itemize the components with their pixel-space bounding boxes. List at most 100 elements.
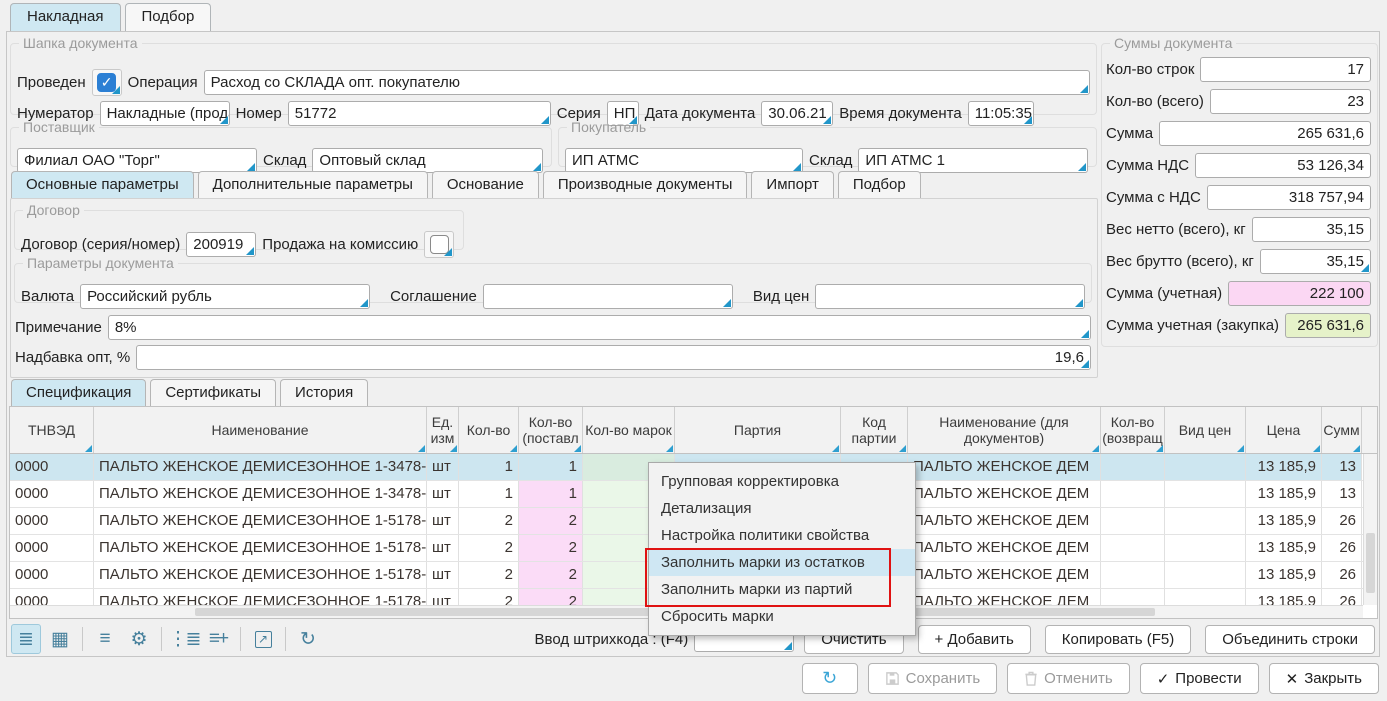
repeat-icon[interactable]: ↻ bbox=[293, 624, 323, 654]
cell: 0000 bbox=[10, 562, 94, 588]
column-header-8[interactable]: Наименование (для документов) bbox=[908, 407, 1101, 453]
add-button[interactable]: + Добавить bbox=[918, 625, 1031, 654]
sum-label: Сумма НДС bbox=[1106, 157, 1189, 174]
sum-label: Сумма (учетная) bbox=[1106, 285, 1222, 302]
menu-item-2[interactable]: Настройка политики свойства bbox=[649, 522, 915, 549]
cell: 13 185,9 bbox=[1246, 481, 1322, 507]
sum-value-field[interactable]: 53 126,34 bbox=[1195, 153, 1371, 178]
grid-view-icon-glyph: ▦ bbox=[51, 628, 69, 651]
sum-value-field[interactable]: 222 100 bbox=[1228, 281, 1371, 306]
cell bbox=[1165, 508, 1246, 534]
column-header-3[interactable]: Кол-во bbox=[459, 407, 519, 453]
note-field[interactable]: 8% bbox=[108, 315, 1091, 340]
close-button-label: Закрыть bbox=[1304, 670, 1362, 687]
posted-label: Проведен bbox=[17, 74, 86, 91]
cell: ПАЛЬТО ЖЕНСКОЕ ДЕМ bbox=[908, 562, 1101, 588]
sum-value-field[interactable]: 23 bbox=[1210, 89, 1371, 114]
operation-field[interactable]: Расход со СКЛАДА опт. покупателю bbox=[204, 70, 1090, 95]
add-row-icon[interactable]: ≡+ bbox=[203, 624, 233, 654]
cell bbox=[1165, 481, 1246, 507]
spec-tab-2[interactable]: История bbox=[280, 379, 368, 406]
trash-icon bbox=[1024, 671, 1038, 686]
document-parameters-group-title: Параметры документа bbox=[23, 255, 178, 271]
ordered-list-icon[interactable]: ⋮≣ bbox=[169, 624, 199, 654]
contract-number-field[interactable]: 200919 bbox=[186, 232, 256, 257]
save-button[interactable]: Сохранить bbox=[868, 663, 998, 694]
settings-gear-icon[interactable]: ⚙ bbox=[124, 624, 154, 654]
buyer-field[interactable]: ИП АТМС bbox=[565, 148, 803, 173]
column-header-9[interactable]: Кол-во (возвращ bbox=[1101, 407, 1165, 453]
refresh-button[interactable]: ↻ bbox=[802, 663, 858, 694]
commission-checkbox-mark bbox=[430, 235, 449, 254]
open-external-icon[interactable]: ↗ bbox=[248, 624, 278, 654]
post-button[interactable]: ✓Провести bbox=[1140, 663, 1259, 694]
close-button[interactable]: ✕Закрыть bbox=[1269, 663, 1379, 694]
column-header-10[interactable]: Вид цен bbox=[1165, 407, 1246, 453]
parameters-tab-3[interactable]: Производные документы bbox=[543, 171, 748, 198]
cell bbox=[1101, 589, 1165, 606]
cell: ПАЛЬТО ЖЕНСКОЕ ДЕМИСЕЗОННОЕ 1-3478-3 ( bbox=[94, 481, 427, 507]
window-tab-inactive[interactable]: Подбор bbox=[125, 3, 212, 31]
menu-item-5[interactable]: Сбросить марки bbox=[649, 603, 915, 630]
table-vertical-scrollbar[interactable] bbox=[1363, 454, 1377, 605]
parameters-tab-0[interactable]: Основные параметры bbox=[11, 171, 194, 198]
column-header-12[interactable]: Сумм bbox=[1322, 407, 1362, 453]
commission-label: Продажа на комиссию bbox=[262, 236, 418, 253]
spec-tab-0[interactable]: Спецификация bbox=[11, 379, 146, 406]
posted-checkbox[interactable]: ✓ bbox=[92, 69, 122, 96]
menu-item-1[interactable]: Детализация bbox=[649, 495, 915, 522]
cancel-button[interactable]: Отменить bbox=[1007, 663, 1130, 694]
column-header-1[interactable]: Наименование bbox=[94, 407, 427, 453]
menu-item-3[interactable]: Заполнить марки из остатков bbox=[649, 549, 915, 576]
cell: 2 bbox=[459, 562, 519, 588]
column-header-4[interactable]: Кол-во (поставл bbox=[519, 407, 583, 453]
column-header-0[interactable]: ТНВЭД bbox=[10, 407, 94, 453]
column-header-5[interactable]: Кол-во марок bbox=[583, 407, 675, 453]
repeat-icon-glyph: ↻ bbox=[300, 628, 316, 651]
filter-icon-glyph: ≡ bbox=[99, 628, 110, 650]
price-type-field[interactable] bbox=[815, 284, 1085, 309]
sum-value-field[interactable]: 35,15 bbox=[1252, 217, 1371, 242]
currency-field[interactable]: Российский рубль bbox=[80, 284, 370, 309]
commission-checkbox[interactable] bbox=[424, 231, 454, 258]
window-tab-active[interactable]: Накладная bbox=[10, 3, 121, 31]
menu-item-4[interactable]: Заполнить марки из партий bbox=[649, 576, 915, 603]
table-header-row: ТНВЭДНаименованиеЕд. измКол-воКол-во (по… bbox=[10, 407, 1377, 454]
parameters-tab-2[interactable]: Основание bbox=[432, 171, 539, 198]
merge-rows-button[interactable]: Объединить строки bbox=[1205, 625, 1375, 654]
cell: шт bbox=[427, 454, 459, 480]
menu-item-0[interactable]: Групповая корректировка bbox=[649, 468, 915, 495]
sum-value-field[interactable]: 17 bbox=[1200, 57, 1371, 82]
sum-value-field[interactable]: 265 631,6 bbox=[1285, 313, 1371, 338]
sum-value-field[interactable]: 265 631,6 bbox=[1159, 121, 1371, 146]
agreement-field[interactable] bbox=[483, 284, 733, 309]
sum-value-field[interactable]: 318 757,94 bbox=[1207, 185, 1371, 210]
cell: ПАЛЬТО ЖЕНСКОЕ ДЕМ bbox=[908, 454, 1101, 480]
column-header-2[interactable]: Ед. изм bbox=[427, 407, 459, 453]
parameters-tab-4[interactable]: Импорт bbox=[751, 171, 833, 198]
filter-icon[interactable]: ≡ bbox=[90, 624, 120, 654]
markup-label: Надбавка опт, % bbox=[15, 349, 130, 366]
sum-label: Кол-во (всего) bbox=[1106, 93, 1204, 110]
sum-value-field[interactable]: 35,15 bbox=[1260, 249, 1371, 274]
cell: 13 bbox=[1322, 481, 1362, 507]
cell: 13 185,9 bbox=[1246, 535, 1322, 561]
supplier-warehouse-field[interactable]: Оптовый склад bbox=[312, 148, 543, 173]
parameters-tab-5[interactable]: Подбор bbox=[838, 171, 921, 198]
window-tab-bar: НакладнаяПодбор bbox=[10, 3, 211, 31]
spec-tab-1[interactable]: Сертификаты bbox=[150, 379, 276, 406]
grid-view-icon[interactable]: ▦ bbox=[45, 624, 75, 654]
view-list-icon[interactable]: ≣ bbox=[11, 624, 41, 654]
cell: ПАЛЬТО ЖЕНСКОЕ ДЕМИСЕЗОННОЕ 1-5178-4 ( bbox=[94, 562, 427, 588]
parameters-tab-1[interactable]: Дополнительные параметры bbox=[198, 171, 428, 198]
vertical-scrollbar-thumb[interactable] bbox=[1366, 533, 1375, 593]
column-header-7[interactable]: Код партии bbox=[841, 407, 908, 453]
sum-row: Сумма учетная (закупка)265 631,6 bbox=[1106, 311, 1371, 339]
add-row-icon-glyph: ≡+ bbox=[209, 628, 227, 650]
column-header-6[interactable]: Партия bbox=[675, 407, 841, 453]
column-header-11[interactable]: Цена bbox=[1246, 407, 1322, 453]
copy-button[interactable]: Копировать (F5) bbox=[1045, 625, 1191, 654]
markup-field[interactable]: 19,6 bbox=[136, 345, 1091, 370]
buyer-warehouse-field[interactable]: ИП АТМС 1 bbox=[858, 148, 1088, 173]
supplier-field[interactable]: Филиал ОАО "Торг" bbox=[17, 148, 257, 173]
